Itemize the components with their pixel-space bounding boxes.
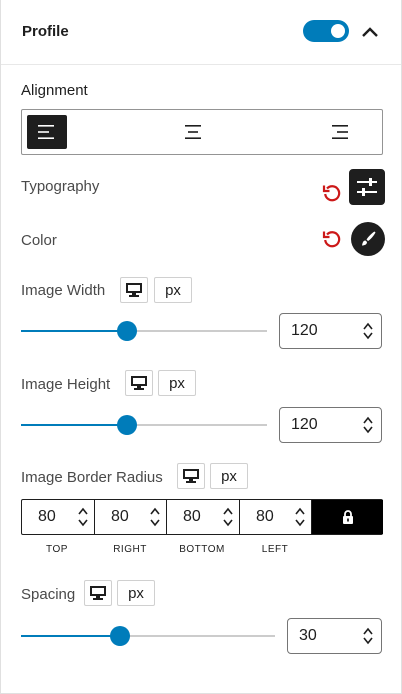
border-radius-left-label: LEFT [261,544,289,555]
typography-settings-button[interactable] [349,169,385,205]
border-radius-bottom-input[interactable]: 80 [167,500,240,534]
border-radius-top-input[interactable]: 80 [22,500,95,534]
slider-fill [21,635,121,637]
desktop-icon [90,586,106,600]
decrement-icon[interactable] [78,519,88,527]
link-values-button[interactable] [312,500,383,534]
increment-icon[interactable] [223,507,233,515]
profile-toggle[interactable] [303,20,349,42]
profile-panel: Profile Alignment Typography Color Image… [0,0,402,694]
align-left-button[interactable] [27,115,67,149]
image-height-slider[interactable] [21,415,267,435]
image-height-input[interactable]: 120 [279,407,382,443]
align-left-icon [38,125,54,139]
increment-icon[interactable] [78,507,88,515]
color-label: Color [21,232,57,249]
border-radius-right-input[interactable]: 80 [95,500,167,534]
border-radius-top-label: TOP [46,544,68,555]
increment-icon[interactable] [363,416,373,424]
increment-icon[interactable] [295,507,305,515]
image-width-slider[interactable] [21,321,267,341]
border-radius-inputs: 80 80 80 80 [21,499,383,535]
align-right-button[interactable] [319,115,359,149]
slider-fill [21,424,127,426]
color-picker-button[interactable] [351,222,385,256]
increment-icon[interactable] [363,627,373,635]
border-radius-left-value: 80 [256,508,274,525]
decrement-icon[interactable] [363,426,373,434]
lock-icon [342,510,353,524]
typography-reset-icon[interactable] [321,182,343,204]
image-height-value: 120 [291,416,318,433]
image-height-device-button[interactable] [125,370,153,396]
spacing-slider[interactable] [21,626,275,646]
border-radius-right-value: 80 [111,508,129,525]
desktop-icon [183,469,199,483]
slider-thumb[interactable] [116,415,137,435]
panel-header[interactable]: Profile [1,0,401,64]
align-center-icon [185,125,201,139]
border-radius-label: Image Border Radius [21,469,163,486]
increment-icon[interactable] [363,322,373,330]
slider-thumb[interactable] [116,321,137,341]
border-radius-bottom-value: 80 [183,508,201,525]
toggle-knob [331,24,345,38]
image-width-value: 120 [291,322,318,339]
slider-thumb[interactable] [110,626,131,646]
border-radius-top-value: 80 [38,508,56,525]
decrement-icon[interactable] [363,332,373,340]
alignment-control [21,109,383,155]
brush-icon [362,231,376,246]
image-height-unit-button[interactable]: px [158,370,196,396]
spacing-unit-button[interactable]: px [117,580,155,606]
border-radius-unit-button[interactable]: px [210,463,248,489]
border-radius-right-label: RIGHT [113,544,147,555]
border-radius-device-button[interactable] [177,463,205,489]
align-right-icon [332,125,348,139]
image-height-label: Image Height [21,376,111,393]
align-center-button[interactable] [173,115,213,149]
image-width-unit-button[interactable]: px [154,277,192,303]
increment-icon[interactable] [150,507,160,515]
decrement-icon[interactable] [223,519,233,527]
spacing-device-button[interactable] [84,580,112,606]
image-width-device-button[interactable] [120,277,148,303]
border-radius-left-input[interactable]: 80 [240,500,312,534]
decrement-icon[interactable] [150,519,160,527]
image-width-label: Image Width [21,282,106,299]
alignment-label: Alignment [21,82,88,99]
color-reset-icon[interactable] [321,228,343,250]
chevron-up-icon[interactable] [359,22,381,42]
sliders-icon [357,178,377,196]
spacing-label: Spacing [21,586,76,603]
typography-label: Typography [21,178,100,195]
panel-title: Profile [22,23,69,40]
image-width-input[interactable]: 120 [279,313,382,349]
border-radius-bottom-label: BOTTOM [179,544,225,555]
decrement-icon[interactable] [295,519,305,527]
desktop-icon [131,376,147,390]
spacing-input[interactable]: 30 [287,618,382,654]
header-divider [1,64,401,65]
decrement-icon[interactable] [363,637,373,645]
spacing-value: 30 [299,627,317,644]
slider-fill [21,330,127,332]
desktop-icon [126,283,142,297]
